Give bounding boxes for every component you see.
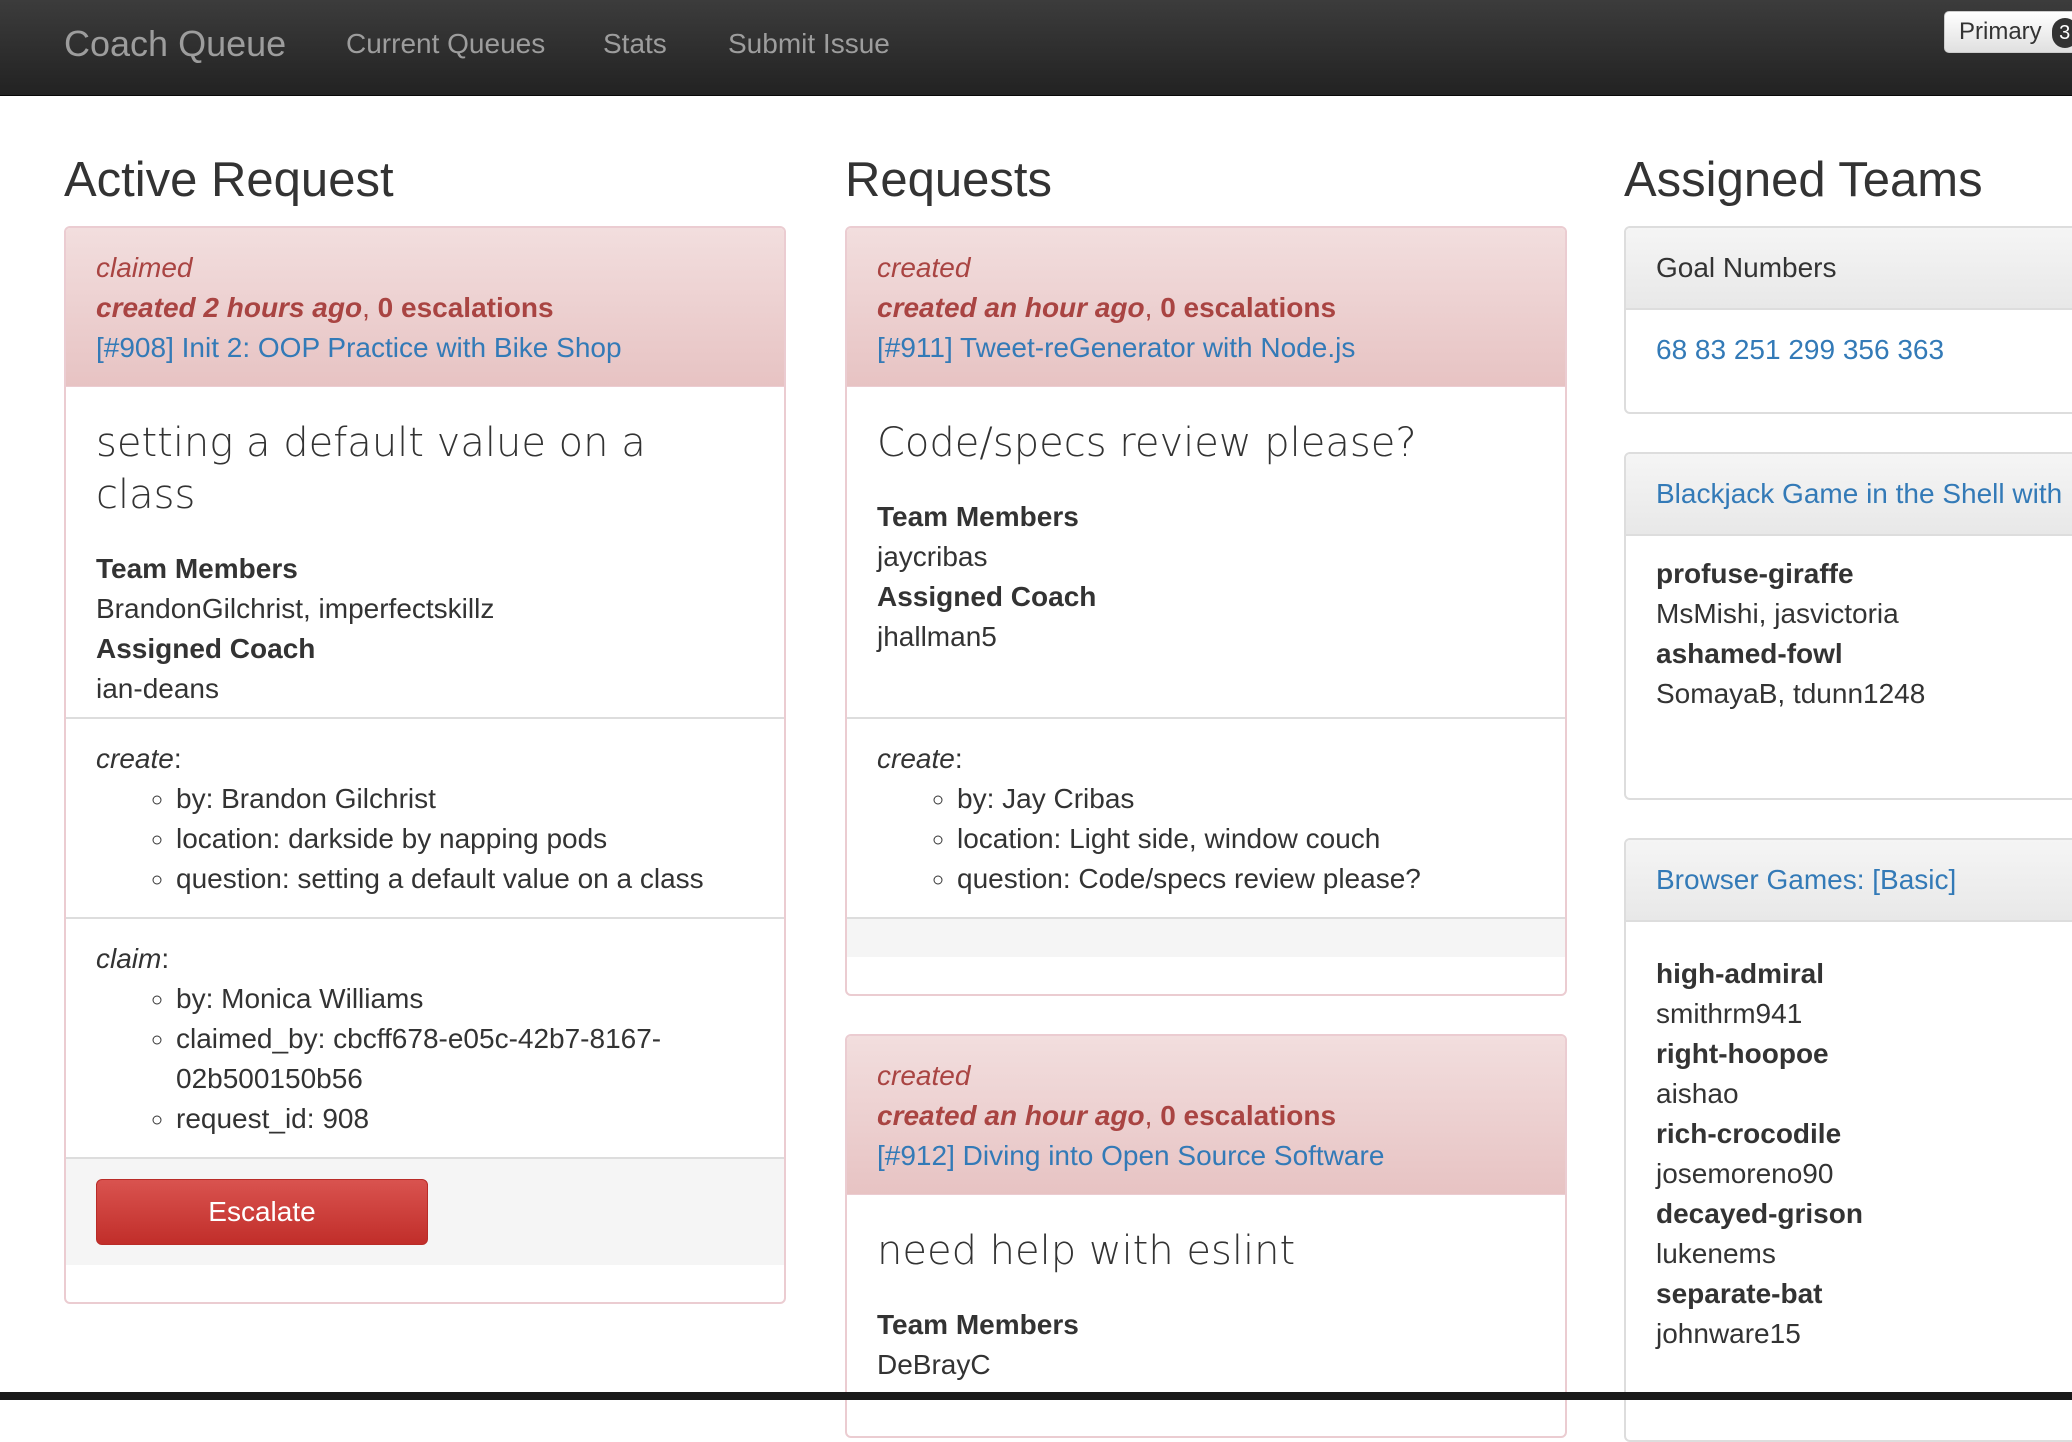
list-item: by: Jay Cribas xyxy=(957,779,1535,819)
nav-stats[interactable]: Stats xyxy=(603,26,667,62)
request-header: created created an hour ago, 0 escalatio… xyxy=(847,228,1565,387)
goal-numbers-body: 68 83 251 299 356 363 xyxy=(1626,310,2072,390)
list-item: by: Brandon Gilchrist xyxy=(176,779,754,819)
escalation-count: 0 escalations xyxy=(1160,292,1337,323)
nav-submit-issue[interactable]: Submit Issue xyxy=(728,26,890,62)
list-item: by: Monica Williams xyxy=(176,979,754,1019)
team-members-value: MsMishi, jasvictoria xyxy=(1656,598,1899,629)
create-event-list: by: Jay Cribas location: Light side, win… xyxy=(877,779,1535,899)
assigned-coach-label: Assigned Coach xyxy=(877,581,1097,612)
created-ago: created an hour ago xyxy=(877,1100,1145,1131)
created-ago: created 2 hours ago xyxy=(96,292,363,323)
created-ago: created an hour ago xyxy=(877,292,1145,323)
request-panel: created created an hour ago, 0 escalatio… xyxy=(845,1034,1567,1438)
list-item: claimed_by: cbcff678-e05c-42b7-8167-02b5… xyxy=(176,1019,754,1099)
primary-dropdown-button[interactable]: Primary 3 xyxy=(1944,11,2072,53)
team-members-value: lukenems xyxy=(1656,1238,1776,1269)
escalate-button[interactable]: Escalate xyxy=(96,1179,428,1245)
primary-count-badge: 3 xyxy=(2051,17,2072,48)
request-question: Code/specs review please? xyxy=(877,420,1417,466)
claim-event-section: claim: by: Monica Williams claimed_by: c… xyxy=(66,917,784,1157)
top-navbar: Coach Queue Current Queues Stats Submit … xyxy=(0,0,2072,96)
team-members-value: BrandonGilchrist, imperfectskillz xyxy=(96,593,495,624)
active-request-panel: claimed created 2 hours ago, 0 escalatio… xyxy=(64,226,786,1304)
claim-event-label: claim xyxy=(96,943,162,974)
team-members-label: Team Members xyxy=(877,1309,1079,1340)
team-members-value: aishao xyxy=(1656,1078,1739,1109)
request-link[interactable]: [#908] Init 2: OOP Practice with Bike Sh… xyxy=(96,328,754,368)
list-item: location: darkside by napping pods xyxy=(176,819,754,859)
request-link[interactable]: [#911] Tweet-reGenerator with Node.js xyxy=(877,328,1535,368)
active-request-header: claimed created 2 hours ago, 0 escalatio… xyxy=(66,228,784,387)
requests-heading: Requests xyxy=(845,153,1053,207)
list-item: question: setting a default value on a c… xyxy=(176,859,754,899)
team-name: ashamed-fowl xyxy=(1656,638,1843,669)
team-members-value: SomayaB, tdunn1248 xyxy=(1656,678,1926,709)
team-name: separate-bat xyxy=(1656,1278,1823,1309)
brand-link[interactable]: Coach Queue xyxy=(64,20,286,68)
list-item: request_id: 908 xyxy=(176,1099,754,1139)
create-event-label: create xyxy=(877,743,955,774)
team-members-value: josemoreno90 xyxy=(1656,1158,1834,1189)
active-request-column: Active Request xyxy=(64,140,784,220)
create-event-section: create: by: Jay Cribas location: Light s… xyxy=(847,717,1565,917)
request-body: need help with eslint Team Members DeBra… xyxy=(847,1195,1565,1405)
list-item: question: Code/specs review please? xyxy=(957,859,1535,899)
goal-numbers-link[interactable]: 68 83 251 299 356 363 xyxy=(1656,334,1944,365)
create-event-section: create: by: Brandon Gilchrist location: … xyxy=(66,717,784,917)
claim-event-list: by: Monica Williams claimed_by: cbcff678… xyxy=(96,979,754,1139)
project-title-link[interactable]: Blackjack Game in the Shell with xyxy=(1626,454,2072,536)
team-members-label: Team Members xyxy=(877,501,1079,532)
request-panel: created created an hour ago, 0 escalatio… xyxy=(845,226,1567,996)
active-request-heading: Active Request xyxy=(64,153,394,207)
request-question: need help with eslint xyxy=(877,1228,1296,1274)
request-header: created created an hour ago, 0 escalatio… xyxy=(847,1036,1565,1195)
team-name: profuse-giraffe xyxy=(1656,558,1854,589)
escalation-count: 0 escalations xyxy=(1160,1100,1337,1131)
project-teams: profuse-giraffe MsMishi, jasvictoria ash… xyxy=(1626,536,2072,734)
assigned-teams-heading: Assigned Teams xyxy=(1624,153,1983,207)
active-request-body: setting a default value on a class Team … xyxy=(66,387,784,717)
request-question: setting a default value on a class xyxy=(96,420,646,518)
project-teams: high-admiral smithrm941 right-hoopoe ais… xyxy=(1626,922,2072,1374)
nav-current-queues[interactable]: Current Queues xyxy=(346,26,545,62)
team-name: decayed-grison xyxy=(1656,1198,1863,1229)
create-event-label: create xyxy=(96,743,174,774)
create-event-list: by: Brandon Gilchrist location: darkside… xyxy=(96,779,754,899)
assigned-teams-column: Assigned Teams xyxy=(1624,140,2072,220)
request-status: created xyxy=(877,1060,971,1091)
team-members-label: Team Members xyxy=(96,553,298,584)
team-members-value: johnware15 xyxy=(1656,1318,1801,1349)
team-members-value: jaycribas xyxy=(877,541,988,572)
goal-numbers-header: Goal Numbers xyxy=(1626,228,2072,310)
requests-column: Requests xyxy=(845,140,1565,220)
goal-numbers-panel: Goal Numbers 68 83 251 299 356 363 xyxy=(1624,226,2072,414)
active-request-footer: Escalate xyxy=(66,1157,784,1265)
team-name: right-hoopoe xyxy=(1656,1038,1829,1069)
request-link[interactable]: [#912] Diving into Open Source Software xyxy=(877,1136,1535,1176)
request-status: created xyxy=(877,252,971,283)
team-name: rich-crocodile xyxy=(1656,1118,1842,1149)
request-body: Code/specs review please? Team Members j… xyxy=(847,387,1565,717)
primary-button-label: Primary xyxy=(1959,18,2042,45)
team-members-value: DeBrayC xyxy=(877,1349,991,1380)
assigned-coach-value: ian-deans xyxy=(96,673,219,704)
project-panel: Browser Games: [Basic] high-admiral smit… xyxy=(1624,838,2072,1442)
request-footer xyxy=(847,917,1565,957)
list-item: location: Light side, window couch xyxy=(957,819,1535,859)
escalation-count: 0 escalations xyxy=(377,292,554,323)
assigned-coach-label: Assigned Coach xyxy=(96,633,316,664)
team-name: high-admiral xyxy=(1656,958,1825,989)
assigned-coach-value: jhallman5 xyxy=(877,621,997,652)
request-status: claimed xyxy=(96,252,193,283)
bottom-edge-strip xyxy=(0,1392,2072,1400)
project-panel: Blackjack Game in the Shell with profuse… xyxy=(1624,452,2072,800)
team-members-value: smithrm941 xyxy=(1656,998,1803,1029)
project-title-link[interactable]: Browser Games: [Basic] xyxy=(1626,840,2072,922)
